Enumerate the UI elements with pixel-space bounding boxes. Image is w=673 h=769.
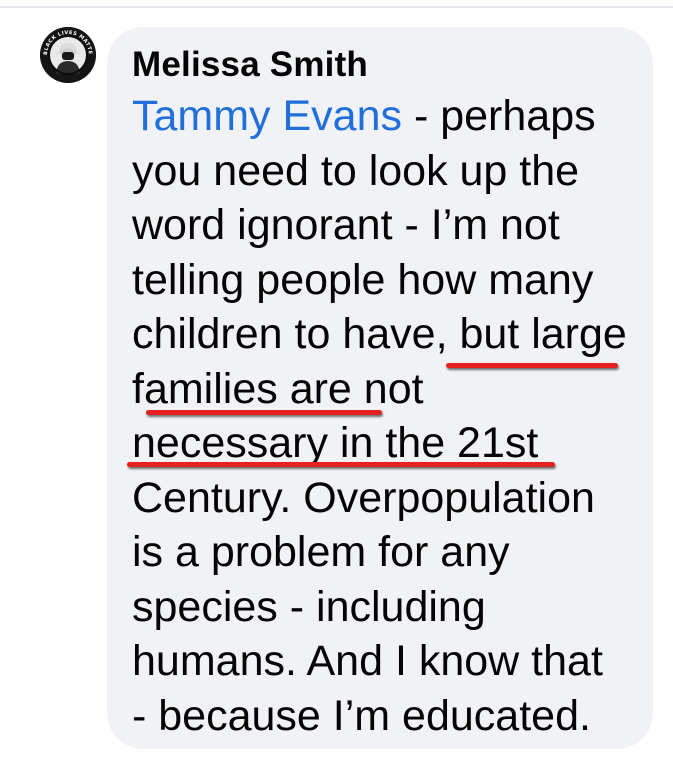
comment-author[interactable]: Melissa Smith [132, 43, 633, 87]
comment-line: word ignorant - I’m not [132, 201, 560, 249]
top-divider [0, 6, 673, 8]
comment-line: is a problem for any [132, 528, 510, 576]
comment-line: telling people how many [132, 255, 594, 304]
comment-line: - because I’m educated. [132, 691, 591, 740]
red-underline-mark [146, 410, 382, 415]
comment-line: children to have, but large [132, 310, 627, 358]
avatar[interactable]: BLACK LIVES MATTER [40, 27, 96, 83]
comment-line: humans. And I know that [132, 637, 603, 685]
comment-line: Tammy Evans - perhaps [132, 89, 642, 144]
red-underline-mark [446, 363, 618, 368]
comment-bubble: Melissa Smith Tammy Evans - perhaps you … [107, 27, 653, 749]
comment-line-text: - perhaps [402, 92, 596, 140]
red-underline-mark [127, 462, 555, 467]
comment-line: you need to look up the [132, 146, 580, 195]
comment-text: Tammy Evans - perhaps you need to look u… [132, 89, 642, 743]
comment-line: species - including [132, 582, 486, 631]
mention-link[interactable]: Tammy Evans [132, 92, 402, 140]
comment-line: families are not [132, 364, 424, 413]
comment-line: Century. Overpopulation [132, 473, 595, 522]
avatar-image: BLACK LIVES MATTER [40, 27, 96, 83]
